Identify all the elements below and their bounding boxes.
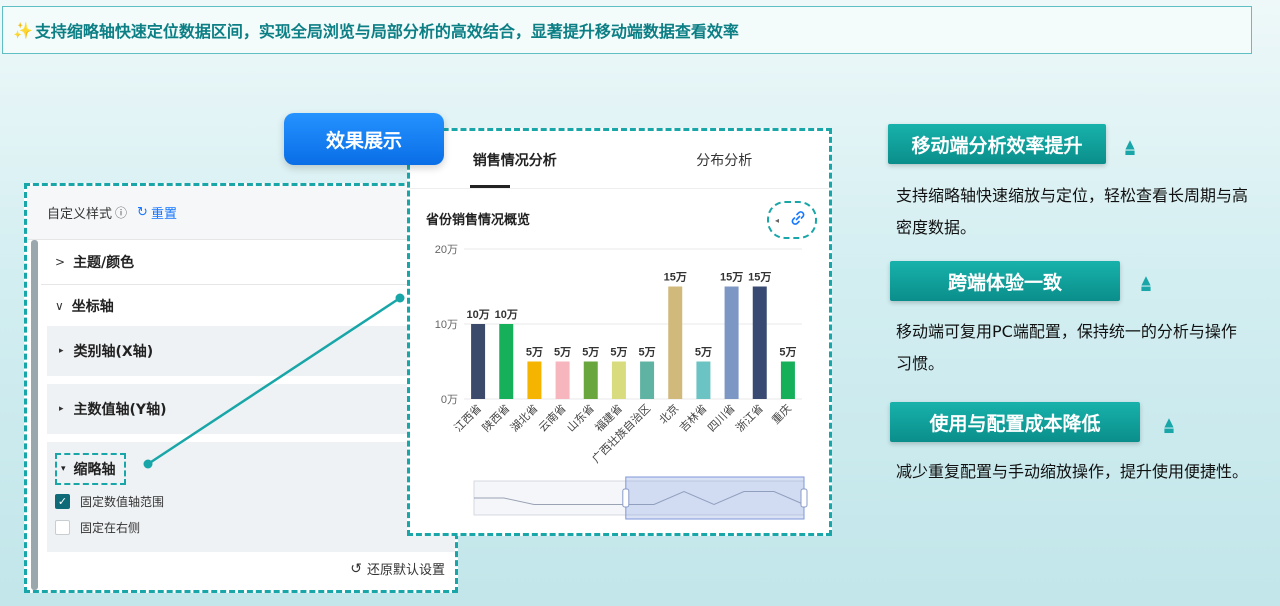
- info-icon[interactable]: ⓘ: [115, 204, 127, 221]
- subsection-label: 类别轴(X轴): [73, 344, 154, 360]
- bar: [583, 361, 598, 399]
- panel-scrollbar[interactable]: [31, 240, 38, 590]
- x-tick-label: 陕西省: [479, 401, 512, 434]
- link-button[interactable]: ◂: [767, 201, 817, 239]
- caret-left-icon: ◂: [774, 215, 779, 225]
- chevron-up-icon: ▲ ▬: [1140, 273, 1152, 295]
- data-label: 5万: [610, 346, 627, 359]
- bar: [471, 324, 486, 399]
- subsection-label: 主数值轴(Y轴): [73, 402, 167, 418]
- subsection-y-axis[interactable]: ▸ 主数值轴(Y轴): [47, 384, 455, 434]
- data-label: 15万: [720, 271, 743, 284]
- subsection-x-axis[interactable]: ▸ 类别轴(X轴): [47, 326, 455, 376]
- zoom-handle-left: [622, 488, 630, 508]
- feature-desc-consistency: 移动端可复用PC端配置，保持统一的分析与操作习惯。: [896, 322, 1237, 373]
- section-label: 坐标轴: [71, 299, 114, 315]
- tab-distribution-analysis[interactable]: 分布分析: [620, 131, 830, 188]
- tab-bar: 销售情况分析 分布分析: [410, 131, 829, 189]
- section-axis[interactable]: ∨ 坐标轴: [41, 292, 455, 320]
- chevron-up-icon: ▲ ▬: [1163, 415, 1175, 437]
- restore-label: 还原默认设置: [366, 563, 445, 578]
- chevron-up-icon: ▲ ▬: [1124, 137, 1136, 159]
- y-tick-label: 10万: [435, 319, 458, 331]
- data-label: 5万: [554, 346, 571, 359]
- panel-title: 自定义样式: [47, 207, 113, 222]
- checkbox-checked[interactable]: ✓: [55, 494, 70, 509]
- effect-demo-badge: 效果展示: [284, 113, 444, 165]
- chart-title: 省份销售情况概览: [426, 213, 531, 228]
- x-tick-label: 四川省: [705, 402, 738, 435]
- bar: [640, 361, 655, 399]
- section-theme-color[interactable]: > 主题/颜色: [41, 248, 455, 276]
- feature-title-cost: 使用与配置成本降低: [890, 402, 1140, 442]
- chart-panel: 销售情况分析 分布分析 省份销售情况概览 ◂ 0万 10万 20万 10万江西省 10万…: [407, 128, 832, 536]
- feature-desc-efficiency: 支持缩略轴快速缩放与定位，轻松查看长周期与高密度数据。: [896, 186, 1249, 237]
- bar: [527, 361, 542, 399]
- checkbox-unchecked[interactable]: [55, 520, 70, 535]
- data-label: 15万: [664, 271, 687, 284]
- bar: [752, 286, 767, 399]
- bar: [780, 361, 795, 399]
- data-label: 5万: [526, 346, 543, 359]
- x-tick-label: 湖北省: [508, 402, 541, 435]
- caret-right-icon: ▸: [59, 404, 64, 414]
- data-label: 5万: [582, 346, 599, 359]
- subsection-label: 缩略轴: [73, 462, 116, 478]
- x-tick-label: 吉林省: [676, 401, 709, 434]
- x-tick-label: 江西省: [452, 402, 485, 435]
- data-label: 5万: [639, 346, 656, 359]
- bar: [555, 361, 570, 399]
- feature-desc-cost: 减少重复配置与手动缩放操作，提升使用便捷性。: [896, 462, 1249, 481]
- x-tick-label: 重庆: [769, 401, 794, 426]
- feature-title-consistency: 跨端体验一致: [890, 261, 1120, 301]
- bar: [724, 286, 739, 399]
- restore-default-button[interactable]: ↺ 还原默认设置: [350, 559, 445, 579]
- x-tick-label: 云南省: [536, 402, 569, 435]
- zoom-handle-right: [800, 488, 808, 508]
- y-tick-label: 0万: [441, 394, 458, 406]
- zoom-axis-selection: [625, 476, 805, 520]
- y-tick-label: 20万: [435, 244, 458, 256]
- zoom-axis-toggle[interactable]: ▾ 缩略轴: [55, 453, 126, 485]
- bar: [696, 361, 711, 399]
- divider: [41, 284, 455, 285]
- undo-icon: ↺: [350, 560, 362, 577]
- caret-down-icon: ▾: [61, 464, 66, 474]
- link-icon: [791, 211, 805, 229]
- x-tick-label: 浙江省: [733, 402, 766, 435]
- bar: [611, 361, 626, 399]
- chevron-down-icon: ∨: [55, 299, 64, 313]
- x-tick-label: 山东省: [564, 402, 597, 435]
- bar: [668, 286, 683, 399]
- bar-chart: 0万10万20万10万江西省10万陕西省5万湖北省5万云南省5万山东省5万福建省…: [435, 244, 808, 520]
- checkbox-label: 固定在右侧: [80, 521, 141, 535]
- bar: [499, 324, 514, 399]
- feature-title-efficiency: 移动端分析效率提升: [888, 124, 1106, 164]
- checkbox-fixed-range[interactable]: ✓ 固定数值轴范围: [55, 493, 164, 510]
- checkbox-label: 固定数值轴范围: [80, 495, 165, 509]
- data-label: 10万: [466, 308, 489, 321]
- banner-text: 支持缩略轴快速定位数据区间，实现全局浏览与局部分析的高效结合，显著提升移动端数据…: [34, 22, 739, 41]
- caret-right-icon: ▸: [59, 346, 64, 356]
- chevron-right-icon: >: [55, 255, 66, 269]
- checkbox-fixed-right[interactable]: 固定在右侧: [55, 519, 140, 536]
- custom-style-panel: 自定义样式 ⓘ ↻ 重置 > 主题/颜色 ∨ 坐标轴 ▸ 类别轴(X轴) ▸ 主…: [24, 183, 458, 593]
- sparkles-icon: ✨: [13, 20, 33, 40]
- data-label: 15万: [748, 271, 771, 284]
- top-banner: ✨ 支持缩略轴快速定位数据区间，实现全局浏览与局部分析的高效结合，显著提升移动端…: [2, 6, 1252, 54]
- data-label: 10万: [495, 308, 518, 321]
- x-tick-label: 北京: [656, 401, 681, 426]
- subsection-zoom-axis: ▾ 缩略轴 ✓ 固定数值轴范围 固定在右侧: [47, 442, 455, 552]
- data-label: 5万: [779, 346, 796, 359]
- panel-header: 自定义样式 ⓘ ↻ 重置: [27, 186, 455, 240]
- section-label: 主题/颜色: [73, 255, 135, 271]
- refresh-icon[interactable]: ↻: [137, 205, 148, 220]
- data-label: 5万: [695, 346, 712, 359]
- reset-button[interactable]: 重置: [151, 203, 177, 222]
